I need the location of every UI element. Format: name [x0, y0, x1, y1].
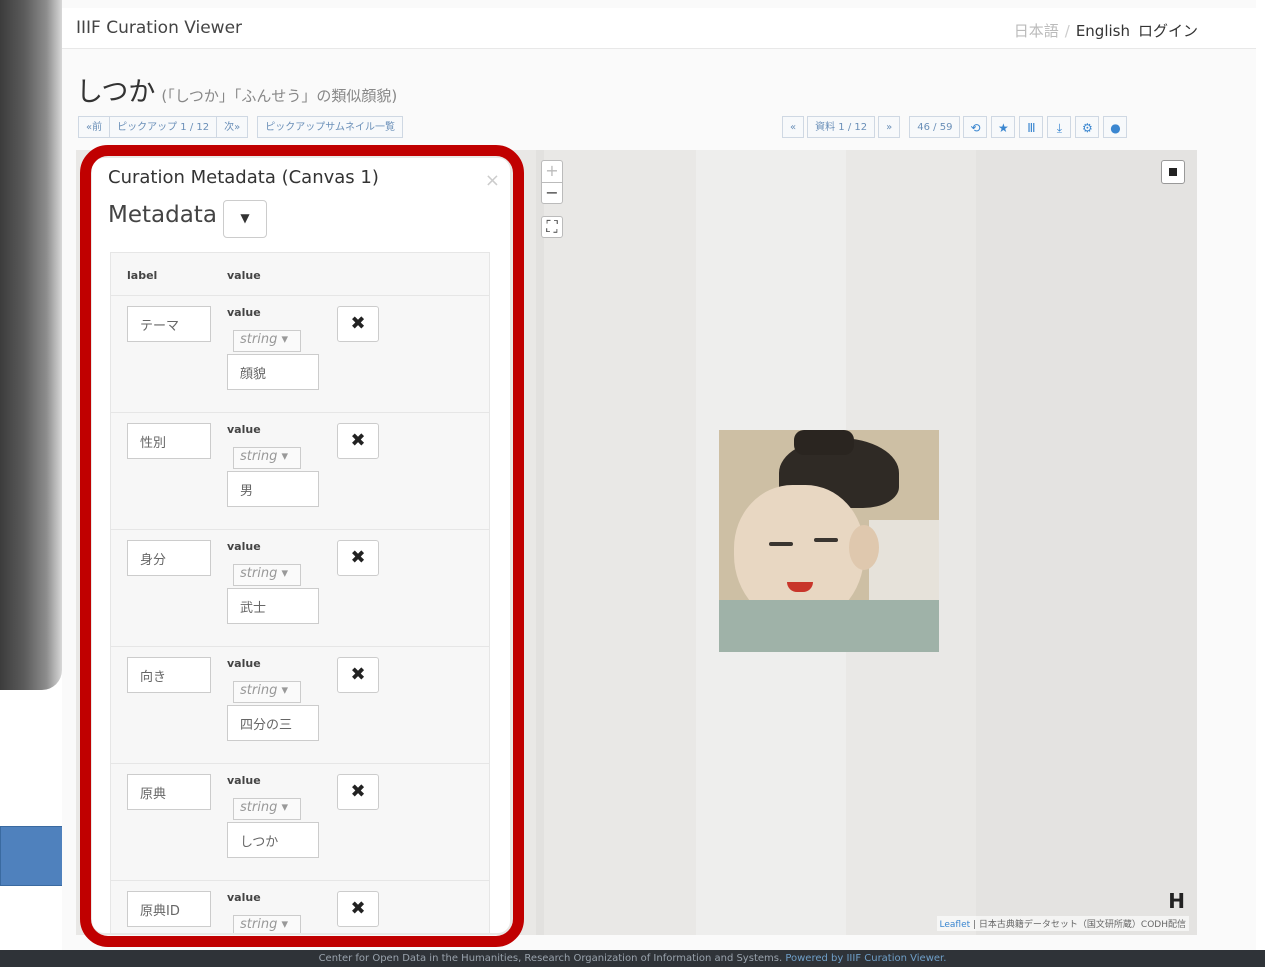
zoom-out-button[interactable]: −: [541, 182, 563, 204]
delete-row-icon[interactable]: ✖: [337, 306, 379, 342]
zoom-in-button[interactable]: +: [541, 160, 563, 182]
label-input[interactable]: 性別: [127, 423, 211, 459]
left-shadow-decoration: [0, 0, 62, 690]
pickup-next-button[interactable]: 次»: [216, 116, 249, 138]
zoom-controls: + − ⛶: [541, 160, 565, 238]
label-input[interactable]: 原典: [127, 774, 211, 810]
metadata-row: 性別 value string ▾ 男 ✖: [111, 412, 489, 530]
footer-powered-link[interactable]: Powered by IIIF Curation Viewer.: [785, 953, 946, 964]
attribution-text: | 日本古典籍データセット（国文研所蔵）CODH配信: [973, 920, 1186, 930]
column-header-value: value: [227, 269, 261, 282]
leaflet-link[interactable]: Leaflet: [940, 920, 971, 930]
map-attribution: Leaflet | 日本古典籍データセット（国文研所蔵）CODH配信: [936, 916, 1189, 931]
face-crop-image: [719, 430, 939, 652]
value-heading: value: [227, 891, 261, 904]
value-input[interactable]: しつか: [227, 822, 319, 858]
footer-text: Center for Open Data in the Humanities, …: [318, 953, 786, 964]
value-heading: value: [227, 657, 261, 670]
value-input[interactable]: 顔貌: [227, 354, 319, 390]
star-icon[interactable]: ★: [991, 116, 1016, 138]
page-title-main: しつか: [76, 77, 156, 108]
value-heading: value: [227, 540, 261, 553]
delete-row-icon[interactable]: ✖: [337, 657, 379, 693]
share-icon[interactable]: ⟲: [963, 116, 988, 138]
doc-position: 資料 1 / 12: [807, 116, 876, 138]
label-input[interactable]: 身分: [127, 540, 211, 576]
label-input[interactable]: テーマ: [127, 306, 211, 342]
type-select[interactable]: string ▾: [233, 330, 301, 352]
stop-icon[interactable]: [1161, 160, 1185, 184]
page-count: 46 / 59: [909, 116, 961, 138]
value-input[interactable]: 武士: [227, 588, 319, 624]
panel-title: Curation Metadata (Canvas 1): [108, 167, 379, 188]
metadata-row: 原典ID value string ▾ ✖: [111, 880, 489, 933]
type-select[interactable]: string ▾: [233, 681, 301, 703]
brand-title[interactable]: IIIF Curation Viewer: [76, 18, 242, 38]
metadata-row: 向き value string ▾ 四分の三 ✖: [111, 646, 489, 764]
pickup-toolbar: «前 ピックアップ 1 / 12 次» ピックアップサムネイル一覧: [78, 116, 404, 138]
delete-row-icon[interactable]: ✖: [337, 774, 379, 810]
chevron-down-icon[interactable]: ▼: [223, 200, 267, 238]
delete-row-icon[interactable]: ✖: [337, 891, 379, 927]
type-select[interactable]: string ▾: [233, 915, 301, 933]
delete-row-icon[interactable]: ✖: [337, 423, 379, 459]
info-icon[interactable]: ●: [1103, 116, 1128, 138]
type-select[interactable]: string ▾: [233, 798, 301, 820]
pickup-thumbnails-button[interactable]: ピックアップサムネイル一覧: [257, 116, 404, 138]
label-input[interactable]: 原典ID: [127, 891, 211, 927]
metadata-icon[interactable]: Ⅲ: [1019, 116, 1044, 138]
login-link[interactable]: ログイン: [1138, 22, 1198, 40]
metadata-table: label value テーマ value string ▾ 顔貌 ✖ 性別 v…: [110, 252, 490, 933]
metadata-row: 原典 value string ▾ しつか ✖: [111, 763, 489, 881]
metadata-heading: Metadata: [108, 202, 217, 228]
blue-rectangle: [0, 826, 67, 886]
metadata-row: テーマ value string ▾ 顔貌 ✖: [111, 295, 489, 413]
value-heading: value: [227, 423, 261, 436]
close-icon[interactable]: ×: [485, 170, 500, 191]
codh-logo-icon: H: [1168, 889, 1185, 913]
fullscreen-icon[interactable]: ⛶: [541, 216, 563, 238]
type-select[interactable]: string ▾: [233, 447, 301, 469]
language-switch: 日本語 / English ログイン: [1014, 20, 1198, 41]
background-image-stripe: [536, 150, 544, 935]
column-header-label: label: [127, 269, 158, 282]
viewer-toolbar: « 資料 1 / 12 » 46 / 59 ⟲ ★ Ⅲ ⤓ ⚙ ●: [782, 116, 1128, 138]
metadata-row: 身分 value string ▾ 武士 ✖: [111, 529, 489, 647]
footer: Center for Open Data in the Humanities, …: [0, 950, 1265, 967]
pickup-prev-button[interactable]: «前: [78, 116, 111, 138]
page-title: しつか (「しつか」「ふんせう」の類似顔貌): [76, 70, 397, 109]
lang-separator: /: [1064, 22, 1070, 40]
metadata-panel: Curation Metadata (Canvas 1) × Metadata …: [92, 158, 510, 933]
pickup-position: ピックアップ 1 / 12: [109, 116, 218, 138]
value-heading: value: [227, 774, 261, 787]
page-title-subtitle: (「しつか」「ふんせう」の類似顔貌): [161, 87, 398, 105]
value-heading: value: [227, 306, 261, 319]
background-image-panel: [976, 150, 1197, 935]
value-input[interactable]: 四分の三: [227, 705, 319, 741]
type-select[interactable]: string ▾: [233, 564, 301, 586]
settings-icon[interactable]: ⚙: [1075, 116, 1100, 138]
lang-japanese-link[interactable]: 日本語: [1014, 22, 1059, 40]
value-input[interactable]: 男: [227, 471, 319, 507]
lang-english-link[interactable]: English: [1076, 22, 1130, 40]
doc-prev-button[interactable]: «: [782, 116, 805, 138]
delete-row-icon[interactable]: ✖: [337, 540, 379, 576]
label-input[interactable]: 向き: [127, 657, 211, 693]
top-navbar: IIIF Curation Viewer 日本語 / English ログイン: [62, 8, 1256, 49]
doc-next-button[interactable]: »: [878, 116, 901, 138]
download-icon[interactable]: ⤓: [1047, 116, 1072, 138]
